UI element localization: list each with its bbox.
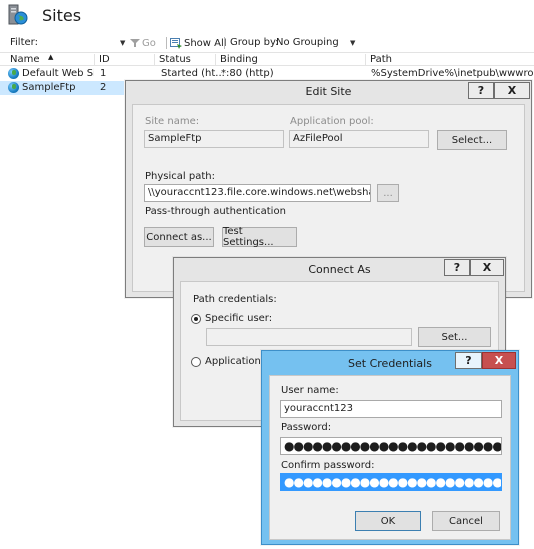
confirm-password-field[interactable]: ●●●●●●●●●●●●●●●●●●●●●●●●●●●●●●●●●●●●●●●●… bbox=[280, 473, 502, 491]
toolbar-divider bbox=[224, 37, 225, 49]
filter-toolbar: Filter: ▼ Go Show All Group by: No Group… bbox=[0, 34, 534, 52]
specific-user-field[interactable] bbox=[206, 328, 412, 346]
site-name-field[interactable]: SampleFtp bbox=[144, 130, 284, 148]
password-label: Password: bbox=[281, 422, 332, 433]
path-credentials-label: Path credentials: bbox=[193, 294, 277, 305]
site-path: %SystemDrive%\inetpub\wwwroot bbox=[371, 68, 534, 79]
site-binding: *:80 (http) bbox=[221, 68, 274, 79]
column-header-status[interactable]: Status bbox=[155, 54, 216, 66]
show-all-icon bbox=[170, 37, 182, 49]
help-button[interactable]: ? bbox=[455, 352, 482, 369]
specific-user-radio[interactable] bbox=[191, 314, 201, 324]
site-id: 2 bbox=[100, 82, 107, 93]
pass-through-auth-label: Pass-through authentication bbox=[145, 206, 286, 217]
website-globe-icon bbox=[8, 82, 19, 93]
filter-label: Filter: bbox=[10, 37, 38, 48]
set-button[interactable]: Set... bbox=[418, 327, 491, 347]
column-header-id[interactable]: ID bbox=[95, 54, 155, 66]
cancel-button[interactable]: Cancel bbox=[432, 511, 500, 531]
page-title: Sites bbox=[42, 6, 82, 25]
filter-dropdown-icon[interactable]: ▼ bbox=[120, 39, 125, 47]
show-all-label: Show All bbox=[184, 37, 227, 49]
application-user-radio[interactable] bbox=[191, 357, 201, 367]
ok-button[interactable]: OK bbox=[355, 511, 421, 531]
test-settings-button[interactable]: Test Settings... bbox=[222, 226, 297, 248]
table-row[interactable]: Default Web Site 1 Started (ht... *:80 (… bbox=[0, 67, 534, 81]
set-credentials-dialog: Set Credentials ? X User name: youraccnt… bbox=[261, 350, 519, 545]
grid-header: Name ▲ ID Status Binding Path bbox=[0, 52, 534, 66]
column-header-path[interactable]: Path bbox=[366, 54, 534, 66]
select-button[interactable]: Select... bbox=[437, 130, 507, 150]
website-globe-icon bbox=[8, 68, 19, 79]
application-pool-field[interactable]: AzFilePool bbox=[289, 130, 429, 148]
physical-path-label: Physical path: bbox=[145, 171, 215, 182]
site-name: SampleFtp bbox=[22, 82, 76, 93]
close-button[interactable]: X bbox=[482, 352, 516, 369]
site-status: Started (ht... bbox=[161, 68, 225, 79]
group-by-select[interactable]: No Grouping bbox=[276, 37, 339, 48]
sort-ascending-icon: ▲ bbox=[48, 53, 54, 61]
user-name-field[interactable]: youraccnt123 bbox=[280, 400, 502, 418]
application-pool-label: Application pool: bbox=[290, 116, 374, 127]
user-name-label: User name: bbox=[281, 385, 339, 396]
group-by-dropdown-icon[interactable]: ▼ bbox=[350, 39, 355, 47]
column-header-binding[interactable]: Binding bbox=[216, 54, 366, 66]
physical-path-field[interactable]: \\youraccnt123.file.core.windows.net\web… bbox=[144, 184, 371, 202]
specific-user-label: Specific user: bbox=[205, 313, 273, 324]
password-field[interactable]: ●●●●●●●●●●●●●●●●●●●●●●●●●●●●●●●●●●●●●●●●… bbox=[280, 437, 502, 455]
help-button[interactable]: ? bbox=[468, 82, 494, 99]
help-button[interactable]: ? bbox=[444, 259, 470, 276]
site-name-label: Site name: bbox=[145, 116, 200, 127]
close-button[interactable]: X bbox=[470, 259, 504, 276]
site-id: 1 bbox=[100, 68, 107, 79]
table-row[interactable]: SampleFtp 2 bbox=[0, 81, 124, 95]
site-name: Default Web Site bbox=[22, 68, 94, 79]
go-button[interactable]: Go bbox=[130, 36, 156, 50]
set-credentials-body: User name: youraccnt123 Password: ●●●●●●… bbox=[269, 375, 511, 540]
connect-as-button[interactable]: Connect as... bbox=[144, 227, 214, 247]
server-globe-icon bbox=[8, 4, 28, 25]
go-label: Go bbox=[142, 37, 156, 49]
funnel-icon bbox=[130, 39, 140, 47]
confirm-password-label: Confirm password: bbox=[281, 460, 375, 471]
show-all-button[interactable]: Show All bbox=[170, 36, 227, 50]
close-button[interactable]: X bbox=[494, 82, 530, 99]
toolbar-divider bbox=[166, 37, 167, 49]
browse-button[interactable]: ... bbox=[377, 184, 399, 202]
group-by-label: Group by: bbox=[230, 37, 279, 48]
filter-input[interactable] bbox=[42, 36, 126, 50]
